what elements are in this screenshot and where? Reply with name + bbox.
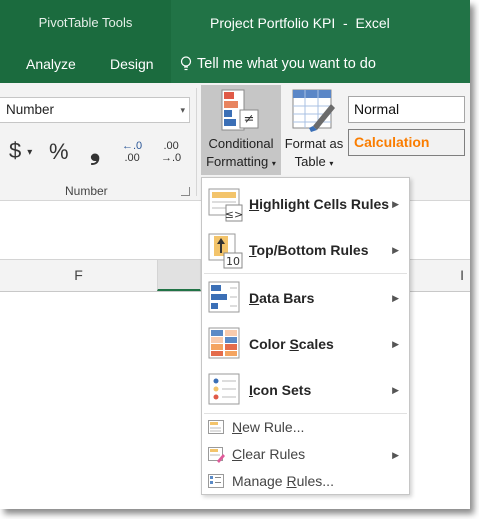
- menu-item-highlight-cells-rules[interactable]: ≤> Highlight Cells Rules ▶: [202, 181, 409, 227]
- color-scales-icon: [208, 327, 240, 359]
- menu-item-new-rule[interactable]: New Rule...: [202, 414, 409, 441]
- format-as-table-icon: [292, 89, 335, 132]
- menu-item-label: Data Bars: [249, 290, 315, 306]
- chevron-right-icon: ▶: [392, 245, 399, 255]
- tell-me-box[interactable]: Tell me what you want to do: [180, 45, 376, 83]
- excel-window: PivotTable Tools Project Portfolio KPI -…: [0, 0, 470, 509]
- window-title: Project Portfolio KPI - Excel: [210, 14, 390, 31]
- cell-style-normal[interactable]: Normal: [348, 96, 465, 123]
- top-bottom-rules-icon: 10: [208, 233, 243, 269]
- decrease-decimal-top: .00: [163, 140, 179, 152]
- conditional-formatting-button[interactable]: ≠ Conditional Formatting ▾: [201, 85, 281, 175]
- number-format-value: Number: [6, 102, 55, 117]
- title-bar: PivotTable Tools Project Portfolio KPI -…: [0, 0, 470, 45]
- group-separator: [196, 88, 197, 196]
- column-header-i[interactable]: I: [410, 260, 470, 291]
- chevron-right-icon: ▶: [392, 199, 399, 209]
- increase-decimal-bottom: .00: [124, 152, 140, 164]
- chevron-right-icon: ▶: [392, 450, 399, 460]
- column-header-f[interactable]: F: [0, 260, 157, 291]
- currency-button[interactable]: $ ▾: [9, 138, 32, 164]
- percent-button[interactable]: %: [49, 139, 69, 165]
- tell-me-text: Tell me what you want to do: [197, 56, 376, 72]
- menu-item-icon-sets[interactable]: Icon Sets ▶: [202, 367, 409, 413]
- conditional-formatting-icon: ≠: [221, 89, 259, 131]
- data-bars-icon: [208, 281, 240, 313]
- menu-item-label: Manage Rules...: [232, 473, 334, 489]
- svg-text:≠: ≠: [244, 112, 255, 127]
- conditional-formatting-line1: Conditional: [208, 136, 274, 151]
- tab-design[interactable]: Design: [110, 45, 154, 83]
- column-header-g[interactable]: [157, 260, 201, 291]
- menu-item-manage-rules[interactable]: Manage Rules...: [202, 468, 409, 495]
- menu-separator: [204, 273, 407, 274]
- icon-sets-icon: [208, 373, 240, 405]
- conditional-formatting-menu: ≤> Highlight Cells Rules ▶ 10 Top/Bottom…: [201, 177, 410, 495]
- ribbon-tab-row: Analyze Design Tell me what you want to …: [0, 45, 470, 83]
- chevron-right-icon: ▶: [392, 385, 399, 395]
- chevron-right-icon: ▶: [392, 293, 399, 303]
- svg-text:≤>: ≤>: [225, 208, 243, 221]
- menu-item-color-scales[interactable]: Color Scales ▶: [202, 321, 409, 367]
- format-as-table-line2: Table: [294, 154, 326, 169]
- menu-item-label: New Rule...: [232, 419, 305, 435]
- tab-analyze[interactable]: Analyze: [26, 45, 76, 83]
- chevron-down-icon: ▾: [27, 146, 33, 158]
- highlight-cells-rules-icon: ≤>: [208, 188, 243, 222]
- manage-rules-icon: [208, 474, 224, 488]
- increase-decimal-button[interactable]: ←.0 .00: [122, 140, 142, 164]
- number-group-label: Number: [65, 184, 108, 198]
- menu-item-data-bars[interactable]: Data Bars ▶: [202, 275, 409, 321]
- menu-item-label: Clear Rules: [232, 446, 306, 462]
- format-as-table-line1: Format as: [284, 136, 344, 151]
- conditional-formatting-line2: Formatting: [206, 154, 269, 169]
- chevron-down-icon: ▾: [271, 159, 276, 168]
- format-as-table-label: Format as Table ▾: [283, 135, 345, 173]
- new-rule-icon: [208, 420, 224, 434]
- menu-item-clear-rules[interactable]: Clear Rules ▶: [202, 441, 409, 468]
- currency-icon: $: [9, 138, 22, 163]
- lightbulb-icon: [180, 56, 192, 71]
- comma-style-button[interactable]: ❟: [90, 135, 100, 167]
- menu-item-label: Highlight Cells Rules: [249, 196, 390, 212]
- decrease-decimal-button[interactable]: .00 →.0: [161, 140, 181, 164]
- increase-decimal-top: ←.0: [122, 140, 143, 152]
- svg-text:10: 10: [226, 255, 240, 268]
- chevron-down-icon: ▾: [180, 105, 185, 115]
- menu-item-label: Top/Bottom Rules: [249, 242, 369, 258]
- conditional-formatting-label: Conditional Formatting ▾: [201, 135, 281, 173]
- cell-style-calculation[interactable]: Calculation: [348, 129, 465, 156]
- chevron-down-icon: ▾: [329, 159, 334, 168]
- chevron-right-icon: ▶: [392, 339, 399, 349]
- menu-item-label: Icon Sets: [249, 382, 312, 398]
- pivottable-tools-label: PivotTable Tools: [0, 0, 171, 45]
- decrease-decimal-bottom: →.0: [161, 152, 182, 164]
- menu-item-label: Color Scales: [249, 336, 334, 352]
- clear-rules-icon: [208, 447, 225, 463]
- number-dialog-launcher[interactable]: [181, 187, 190, 196]
- menu-item-top-bottom-rules[interactable]: 10 Top/Bottom Rules ▶: [202, 227, 409, 273]
- number-format-dropdown[interactable]: Number ▾: [0, 97, 190, 123]
